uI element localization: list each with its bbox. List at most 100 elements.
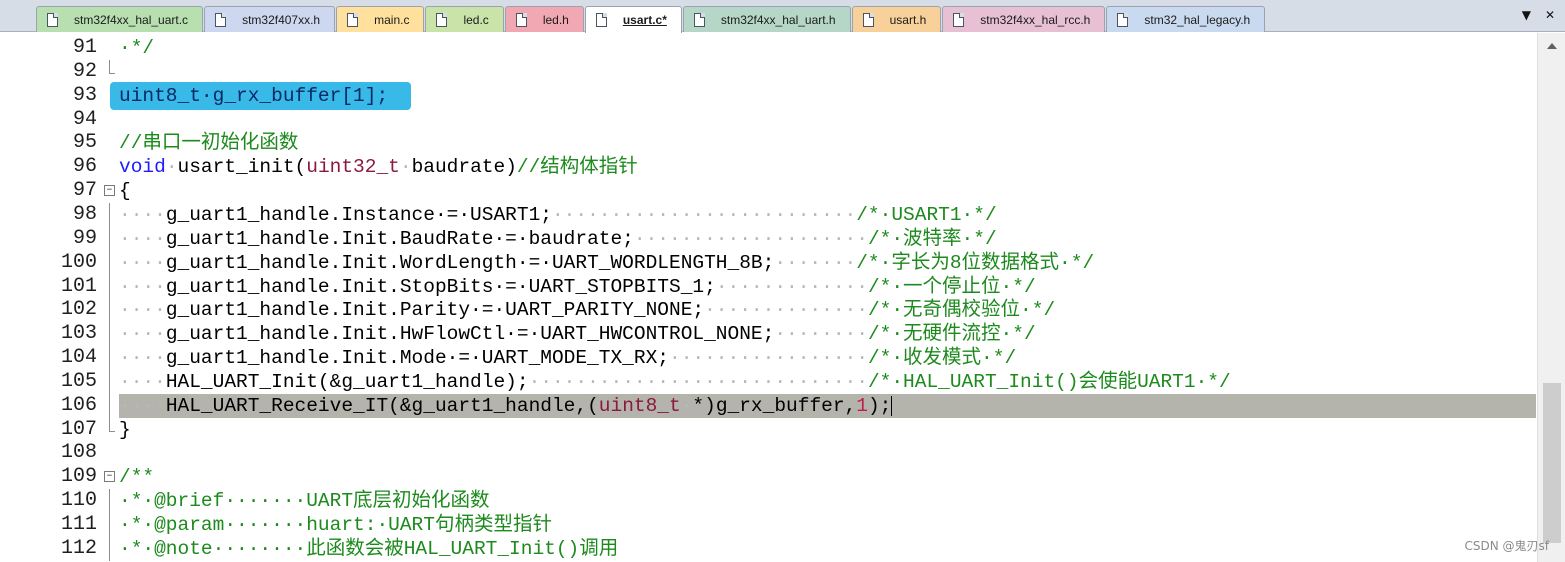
code-text[interactable]: ·*·@brief·······UART底层初始化函数 [119, 489, 490, 513]
code-line[interactable]: 91 ·*/ [0, 36, 1537, 60]
code-token: · [165, 156, 178, 179]
code-token: g_uart1_handle.Init.WordLength·=·UART_WO… [165, 251, 775, 274]
fold-end-tick [109, 430, 115, 432]
file-icon [1117, 12, 1129, 27]
tab-usart-c-[interactable]: usart.c* [584, 6, 682, 33]
close-tab-icon[interactable]: ✕ [1545, 8, 1555, 22]
code-line[interactable]: 110 ·*·@brief·······UART底层初始化函数 [0, 489, 1537, 514]
code-text[interactable]: ····g_uart1_handle.Init.Parity·=·UART_PA… [119, 298, 1055, 322]
code-text[interactable]: } [119, 418, 131, 442]
code-line[interactable]: 109−/** [0, 465, 1537, 489]
code-text[interactable]: uint8_t·g_rx_buffer[1]; [119, 84, 388, 108]
code-token: ········ [774, 323, 868, 346]
code-line[interactable]: 93 uint8_t·g_rx_buffer[1]; [0, 81, 1537, 110]
code-line[interactable]: 107} [0, 417, 1537, 442]
tab-main-c[interactable]: main.c [336, 6, 425, 32]
code-line[interactable]: 96 void·usart_init(uint32_t·baudrate)//结构… [0, 155, 1537, 179]
fold-toggle-icon[interactable]: − [104, 471, 115, 483]
line-number: 91 [72, 36, 97, 59]
code-line[interactable]: 94 [0, 108, 1537, 132]
code-token: HAL_UART_Receive_IT(&g_uart1_handle,( [165, 394, 599, 417]
tab-stm32-hal-legacy-h[interactable]: stm32_hal_legacy.h [1106, 6, 1266, 32]
file-icon [862, 12, 874, 27]
code-text[interactable]: ·*·@param·······huart:·UART句柄类型指针 [119, 513, 552, 537]
code-text[interactable]: ····HAL_UART_Init(&g_uart1_handle);·····… [119, 370, 1231, 394]
code-token: ···· [119, 251, 166, 274]
vertical-scrollbar[interactable] [1537, 33, 1565, 562]
code-line[interactable]: 106 ····HAL_UART_Receive_IT(&g_uart1_hand… [0, 393, 1537, 418]
tab-usart-h[interactable]: usart.h [851, 6, 942, 32]
fold-guide-line [109, 322, 110, 347]
code-token: ·························· [551, 203, 857, 226]
code-text[interactable]: ·*·@note········此函数会被HAL_UART_Init()调用 [119, 537, 618, 561]
code-token: uint8_t [598, 394, 681, 417]
code-line[interactable]: 99 ····g_uart1_handle.Init.BaudRate·=·bau… [0, 226, 1537, 251]
code-text[interactable]: ····g_uart1_handle.Init.WordLength·=·UAR… [119, 251, 1094, 275]
code-text[interactable]: { [119, 179, 131, 203]
code-text[interactable]: ····g_uart1_handle.Init.StopBits·=·UART_… [119, 275, 1036, 299]
fold-guide-line [109, 513, 110, 537]
code-token: /*·无奇偶校验位·*/ [867, 299, 1056, 322]
text-caret [891, 395, 893, 416]
fold-end-tick [109, 72, 115, 74]
code-text[interactable]: ····g_uart1_handle.Instance·=·USART1;···… [119, 203, 997, 227]
code-token: ···················· [633, 227, 868, 250]
fold-guide-line [109, 536, 110, 561]
fold-end-marker [109, 417, 110, 432]
code-token: ···· [119, 323, 166, 346]
code-text[interactable]: void·usart_init(uint32_t·baudrate)//结构体指… [119, 155, 638, 179]
code-line[interactable]: 111 ·*·@param·······huart:·UART句柄类型指针 [0, 513, 1537, 537]
code-text[interactable]: ····HAL_UART_Receive_IT(&g_uart1_handle,… [119, 394, 893, 418]
code-token: g_uart1_handle.Init.HwFlowCtl·=·UART_HWC… [165, 323, 775, 346]
tab-label: main.c [374, 12, 410, 27]
tab-led-h[interactable]: led.h [504, 6, 584, 32]
code-line[interactable]: 108 [0, 441, 1537, 465]
line-number: 103 [60, 322, 97, 346]
code-line[interactable]: 104 ····g_uart1_handle.Init.Mode·=·UART_M… [0, 346, 1537, 371]
code-line[interactable]: 95 //串口一初始化函数 [0, 131, 1537, 155]
code-text[interactable]: ·*/ [119, 36, 154, 60]
code-line[interactable]: 98 ····g_uart1_handle.Instance·=·USART1;·… [0, 202, 1537, 227]
code-editor[interactable]: 91 ·*/ 92 93 uint8_t·g_rx_buffer[1]; 94 95 //串口… [0, 33, 1565, 562]
code-line[interactable]: 112 ·*·@note········此函数会被HAL_UART_Init()调… [0, 536, 1537, 561]
code-token: g_uart1_handle.Init.BaudRate·=·baudrate; [165, 227, 634, 250]
tab-stm32f4xx-hal-uart-c[interactable]: stm32f4xx_hal_uart.c [36, 6, 204, 32]
fold-guide-line [109, 369, 110, 394]
code-token: 1 [856, 394, 868, 417]
tab-label: usart.c* [622, 13, 667, 27]
code-token: ················· [669, 347, 868, 370]
line-number: 98 [72, 202, 97, 226]
code-token: ); [867, 394, 892, 417]
fold-guide-line [109, 346, 110, 371]
tab-label: stm32f4xx_hal_uart.h [720, 12, 836, 27]
code-line[interactable]: 101 ····g_uart1_handle.Init.StopBits·=·UA… [0, 274, 1537, 299]
line-number: 99 [72, 226, 97, 250]
tab-stm32f4xx-hal-rcc-h[interactable]: stm32f4xx_hal_rcc.h [942, 6, 1106, 32]
tab-stm32f4xx-hal-uart-h[interactable]: stm32f4xx_hal_uart.h [682, 6, 851, 32]
scroll-up-arrow-icon[interactable] [1547, 43, 1557, 49]
code-text[interactable]: ····g_uart1_handle.Init.HwFlowCtl·=·UART… [119, 322, 1036, 346]
code-text[interactable]: ····g_uart1_handle.Init.BaudRate·=·baudr… [119, 227, 997, 251]
code-text[interactable]: //串口一初始化函数 [119, 131, 298, 155]
code-line[interactable]: 105 ····HAL_UART_Init(&g_uart1_handle);··… [0, 369, 1537, 394]
file-icon [215, 12, 227, 27]
code-line[interactable]: 102 ····g_uart1_handle.Init.Parity·=·UART… [0, 298, 1537, 323]
code-token: baudrate) [411, 156, 517, 179]
code-line[interactable]: 103 ····g_uart1_handle.Init.HwFlowCtl·=·U… [0, 322, 1537, 347]
fold-toggle-icon[interactable]: − [104, 185, 115, 197]
file-icon [347, 12, 359, 27]
code-token: /*·波特率·*/ [867, 227, 997, 250]
code-token: /*·一个停止位·*/ [867, 275, 1036, 298]
line-number: 108 [60, 441, 97, 465]
code-line[interactable]: 100 ····g_uart1_handle.Init.WordLength·=·… [0, 250, 1537, 275]
scrollbar-thumb[interactable] [1543, 383, 1561, 543]
code-token: usart_init( [177, 156, 307, 179]
code-line[interactable]: 92 [0, 59, 1537, 84]
code-text[interactable]: /** [119, 465, 154, 489]
tab-led-c[interactable]: led.c [425, 6, 504, 32]
tab-stm32f407xx-h[interactable]: stm32f407xx.h [204, 6, 336, 32]
tab-list-dropdown-icon[interactable]: ▼ [1522, 8, 1531, 22]
code-text[interactable]: ····g_uart1_handle.Init.Mode·=·UART_MODE… [119, 346, 1016, 370]
watermark: CSDN @鬼刃sf [1464, 539, 1549, 553]
code-line[interactable]: 97−{ [0, 179, 1537, 203]
